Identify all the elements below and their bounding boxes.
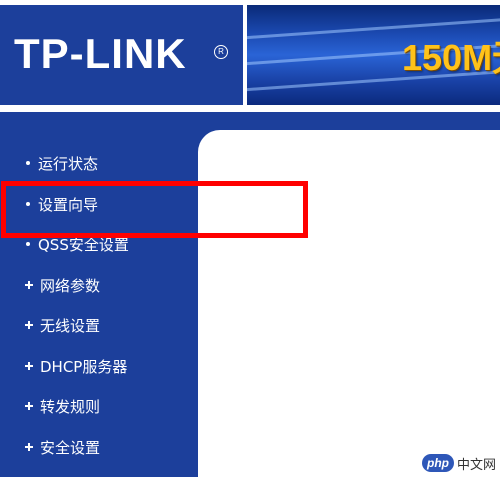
watermark-badge: php xyxy=(421,454,454,472)
plus-icon xyxy=(24,361,34,371)
sidebar-item-label: 无线设置 xyxy=(40,316,101,335)
product-banner: 150M无 xyxy=(247,5,500,105)
sidebar-item-dhcp-server[interactable]: DHCP服务器 xyxy=(24,354,127,378)
watermark-text: 中文网 xyxy=(456,457,496,473)
sidebar-item-network-params[interactable]: 网络参数 xyxy=(24,273,100,297)
sidebar-item-setup-wizard[interactable]: 设置向导 xyxy=(24,192,98,216)
bullet-dot-icon xyxy=(26,161,30,165)
bullet-dot-icon xyxy=(26,202,30,206)
plus-icon xyxy=(24,320,34,330)
plus-icon xyxy=(24,401,34,411)
sidebar-item-qss-security[interactable]: QSS安全设置 xyxy=(24,232,129,256)
logo-panel: TP-LINK R xyxy=(0,5,243,107)
plus-icon xyxy=(24,280,34,290)
sidebar-item-label: 安全设置 xyxy=(40,438,101,457)
site-watermark: php 中文网 xyxy=(421,453,496,473)
bullet-dot-icon xyxy=(26,242,30,246)
sidebar-item-running-status[interactable]: 运行状态 xyxy=(24,151,98,175)
banner-title: 150M无 xyxy=(402,37,500,78)
sidebar-item-label: 设置向导 xyxy=(38,195,99,214)
sidebar-item-label: DHCP服务器 xyxy=(40,357,128,376)
sidebar-item-security-settings[interactable]: 安全设置 xyxy=(24,435,100,459)
sidebar-item-label: 转发规则 xyxy=(40,397,101,416)
sidebar-item-forwarding-rules[interactable]: 转发规则 xyxy=(24,394,100,418)
sidebar-item-label: QSS安全设置 xyxy=(38,235,129,254)
router-admin-window: TP-LINK R 150M无 运行状态 设置向导 QSS安全设置 网络参数 无… xyxy=(0,0,500,477)
sidebar-item-label: 运行状态 xyxy=(38,154,99,173)
registered-mark-icon: R xyxy=(214,45,228,59)
sidebar-item-label: 网络参数 xyxy=(40,276,101,295)
header: TP-LINK R 150M无 xyxy=(0,0,500,112)
brand-logo: TP-LINK xyxy=(14,30,187,77)
main-content-area xyxy=(198,130,500,477)
plus-icon xyxy=(24,442,34,452)
sidebar-item-wireless-settings[interactable]: 无线设置 xyxy=(24,313,100,337)
